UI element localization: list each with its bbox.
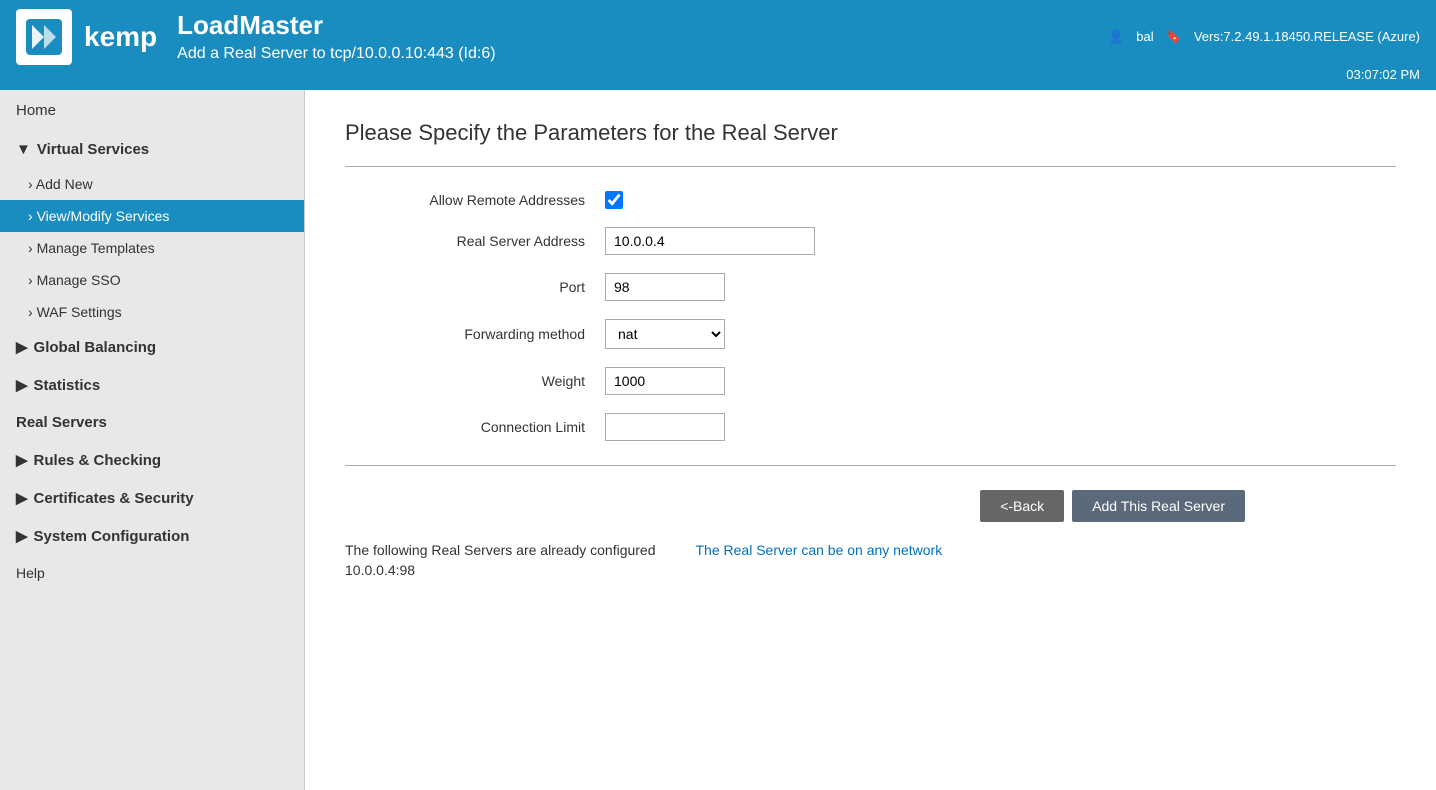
username: bal (1136, 29, 1153, 44)
already-configured-value: 10.0.0.4:98 (345, 562, 656, 578)
back-button[interactable]: <-Back (980, 490, 1064, 522)
already-configured-label: The following Real Servers are already c… (345, 542, 656, 558)
company-name: kemp (84, 21, 157, 53)
weight-control (605, 367, 725, 395)
header: kemp LoadMaster Add a Real Server to tcp… (0, 0, 1436, 90)
real-server-address-label: Real Server Address (345, 233, 605, 249)
sidebar: Home ▼ Virtual Services › Add New › View… (0, 90, 305, 790)
forwarding-method-select[interactable]: nat route tunnel (605, 319, 725, 349)
bottom-divider (345, 465, 1396, 466)
weight-input[interactable] (605, 367, 725, 395)
button-row: <-Back Add This Real Server (345, 490, 1245, 522)
port-control (605, 273, 725, 301)
real-server-address-input[interactable] (605, 227, 815, 255)
arrow-right-icon4: ▶ (16, 489, 28, 507)
real-server-form: Allow Remote Addresses Real Server Addre… (345, 191, 1245, 441)
sidebar-section-global-balancing[interactable]: ▶ Global Balancing (0, 328, 304, 366)
header-right: 👤 bal 🔖 Vers:7.2.49.1.18450.RELEASE (Azu… (1108, 29, 1420, 45)
forwarding-method-label: Forwarding method (345, 326, 605, 342)
allow-remote-control (605, 191, 623, 209)
app-title: LoadMaster (177, 10, 1108, 41)
weight-label: Weight (345, 373, 605, 389)
connection-limit-row: Connection Limit (345, 413, 1245, 441)
arrow-right-icon2: ▶ (16, 376, 28, 394)
kemp-logo (16, 9, 72, 65)
allow-remote-checkbox[interactable] (605, 191, 623, 209)
page-subtitle: Add a Real Server to tcp/10.0.0.10:443 (… (177, 45, 1108, 63)
connection-limit-input[interactable] (605, 413, 725, 441)
sidebar-section-virtual-services[interactable]: ▼ Virtual Services (0, 131, 304, 168)
arrow-right-icon: ▶ (16, 338, 28, 356)
sidebar-item-real-servers[interactable]: Real Servers (0, 404, 304, 441)
logo-area: kemp (16, 9, 157, 65)
arrow-right-icon3: ▶ (16, 451, 28, 469)
network-info-label: The Real Server can be on any network (696, 542, 943, 558)
current-time: 03:07:02 PM (1346, 67, 1420, 82)
version-info: Vers:7.2.49.1.18450.RELEASE (Azure) (1194, 29, 1420, 44)
port-label: Port (345, 279, 605, 295)
real-server-address-row: Real Server Address (345, 227, 1245, 255)
forwarding-method-control: nat route tunnel (605, 319, 725, 349)
weight-row: Weight (345, 367, 1245, 395)
port-row: Port (345, 273, 1245, 301)
sidebar-item-add-new[interactable]: › Add New (0, 168, 304, 200)
sidebar-section-statistics[interactable]: ▶ Statistics (0, 366, 304, 404)
form-heading: Please Specify the Parameters for the Re… (345, 120, 1396, 146)
sidebar-item-home[interactable]: Home (0, 90, 304, 131)
add-real-server-button[interactable]: Add This Real Server (1072, 490, 1245, 522)
sidebar-section-system-config[interactable]: ▶ System Configuration (0, 517, 304, 555)
sidebar-item-view-modify[interactable]: › View/Modify Services (0, 200, 304, 232)
top-divider (345, 166, 1396, 167)
arrow-right-icon5: ▶ (16, 527, 28, 545)
sidebar-item-manage-templates[interactable]: › Manage Templates (0, 232, 304, 264)
sidebar-item-manage-sso[interactable]: › Manage SSO (0, 264, 304, 296)
port-input[interactable] (605, 273, 725, 301)
real-server-address-control (605, 227, 815, 255)
user-icon: 👤 (1108, 29, 1124, 45)
allow-remote-label: Allow Remote Addresses (345, 192, 605, 208)
info-left: The following Real Servers are already c… (345, 542, 656, 578)
sidebar-section-certificates[interactable]: ▶ Certificates & Security (0, 479, 304, 517)
main-content: Please Specify the Parameters for the Re… (305, 90, 1436, 790)
sidebar-item-waf-settings[interactable]: › WAF Settings (0, 296, 304, 328)
sidebar-section-rules[interactable]: ▶ Rules & Checking (0, 441, 304, 479)
forwarding-method-row: Forwarding method nat route tunnel (345, 319, 1245, 349)
bookmark-icon: 🔖 (1166, 29, 1182, 45)
arrow-icon: ▼ (16, 141, 31, 158)
sidebar-item-help[interactable]: Help (0, 555, 304, 591)
info-right: The Real Server can be on any network (696, 542, 943, 578)
connection-limit-control (605, 413, 725, 441)
info-section: The following Real Servers are already c… (345, 542, 1396, 578)
connection-limit-label: Connection Limit (345, 419, 605, 435)
allow-remote-row: Allow Remote Addresses (345, 191, 1245, 209)
